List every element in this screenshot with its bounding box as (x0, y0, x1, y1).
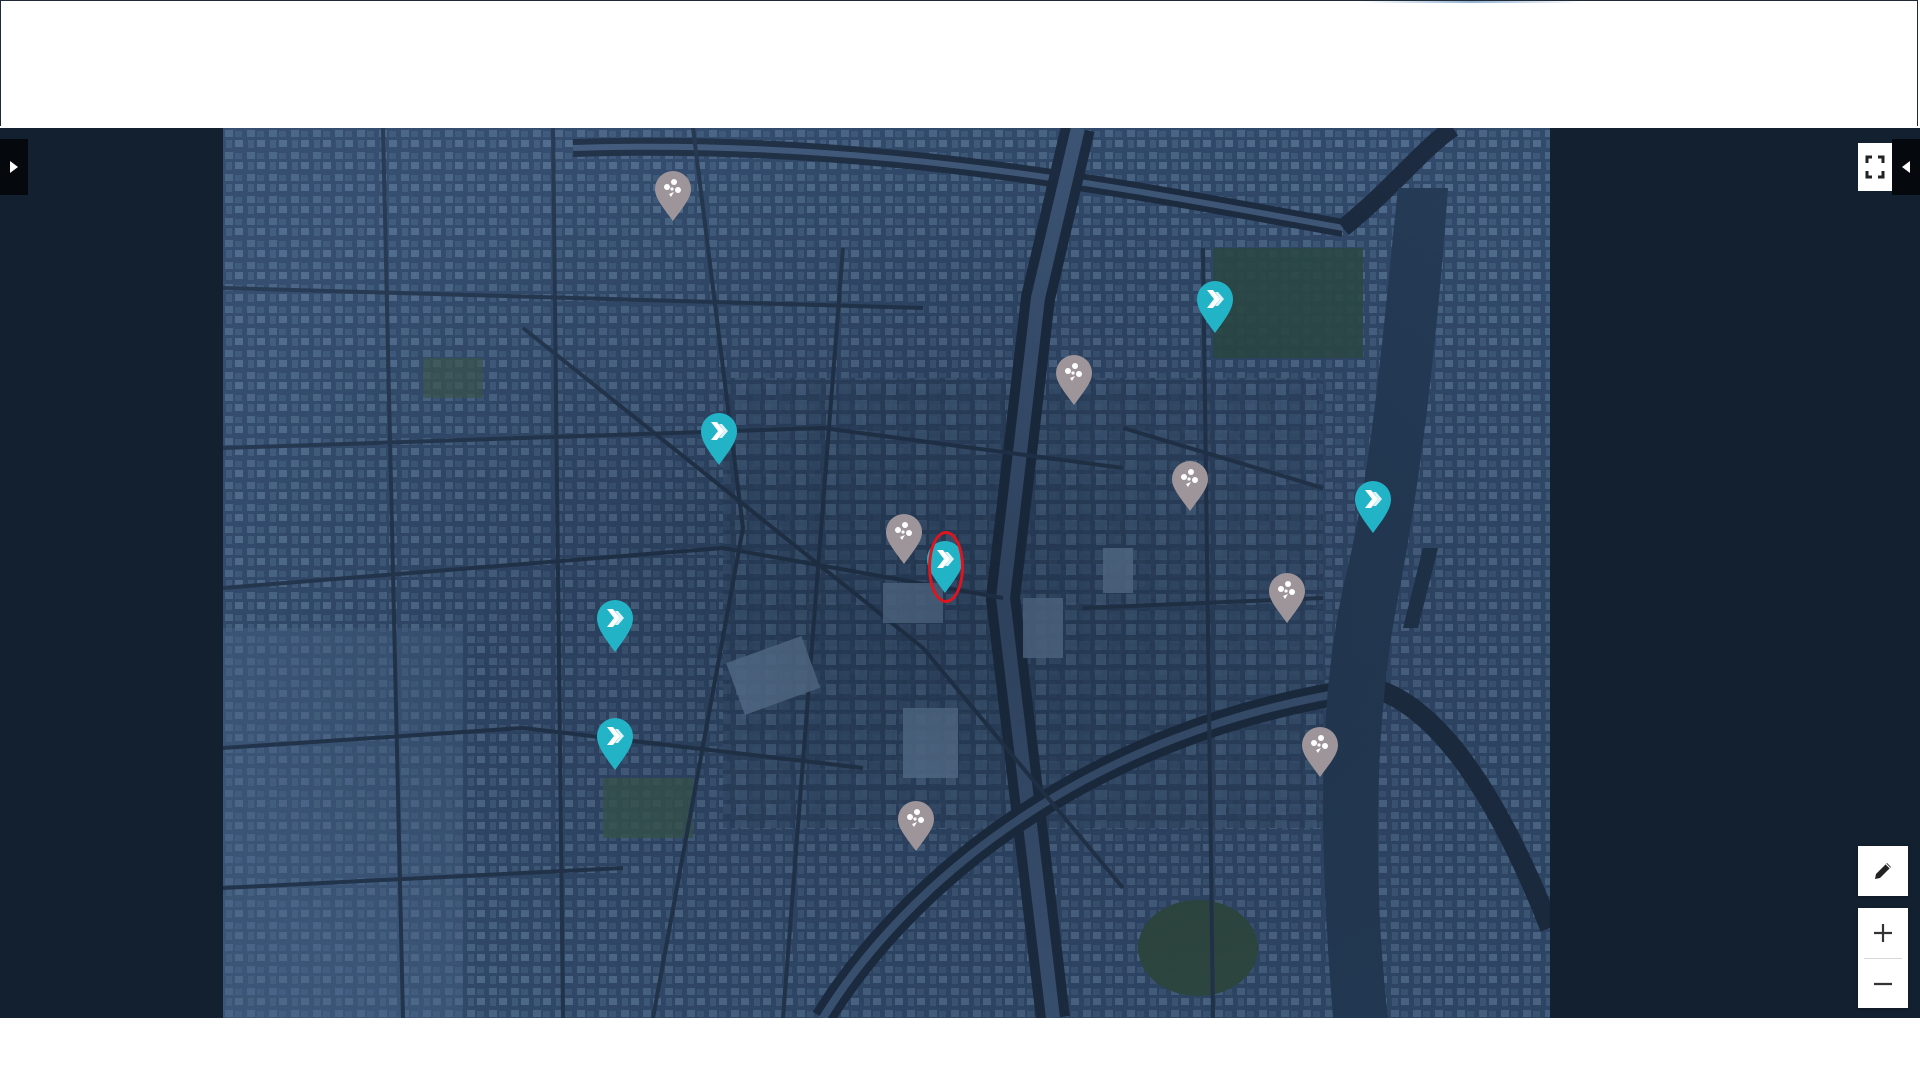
zoom-out-button[interactable] (1858, 959, 1908, 1008)
poi-marker-4[interactable] (596, 599, 634, 653)
satellite-map[interactable] (223, 128, 1550, 1018)
header-accent-line (1361, 1, 1581, 3)
top-header-bar (0, 0, 1918, 126)
map-imagery[interactable] (223, 128, 1550, 1018)
pencil-icon (1875, 863, 1891, 879)
info-marker-5[interactable] (1268, 572, 1306, 624)
info-marker-6[interactable] (1301, 726, 1339, 778)
right-panel-toggle[interactable] (1892, 139, 1920, 195)
fullscreen-icon (1865, 155, 1885, 179)
plus-icon (1874, 924, 1892, 942)
info-marker-2[interactable] (1055, 354, 1093, 406)
caret-right-icon (10, 161, 18, 173)
caret-left-icon (1902, 161, 1910, 173)
left-panel-toggle[interactable] (0, 139, 28, 195)
poi-marker-3[interactable] (1354, 480, 1392, 534)
fullscreen-button[interactable] (1858, 143, 1892, 191)
info-marker-3[interactable] (1171, 460, 1209, 512)
poi-marker-2[interactable] (700, 412, 738, 466)
poi-marker-1[interactable] (1196, 280, 1234, 334)
poi-marker-6[interactable] (596, 717, 634, 771)
info-marker-4[interactable] (885, 513, 923, 565)
zoom-controls (1858, 908, 1908, 1008)
zoom-in-button[interactable] (1858, 908, 1908, 958)
draw-button[interactable] (1858, 846, 1908, 896)
page-footer-area (0, 1018, 1920, 1079)
map-stage (0, 128, 1920, 1018)
info-marker-7[interactable] (897, 800, 935, 852)
poi-marker-5[interactable] (926, 540, 964, 594)
minus-icon (1874, 982, 1892, 985)
info-marker-1[interactable] (654, 170, 692, 222)
